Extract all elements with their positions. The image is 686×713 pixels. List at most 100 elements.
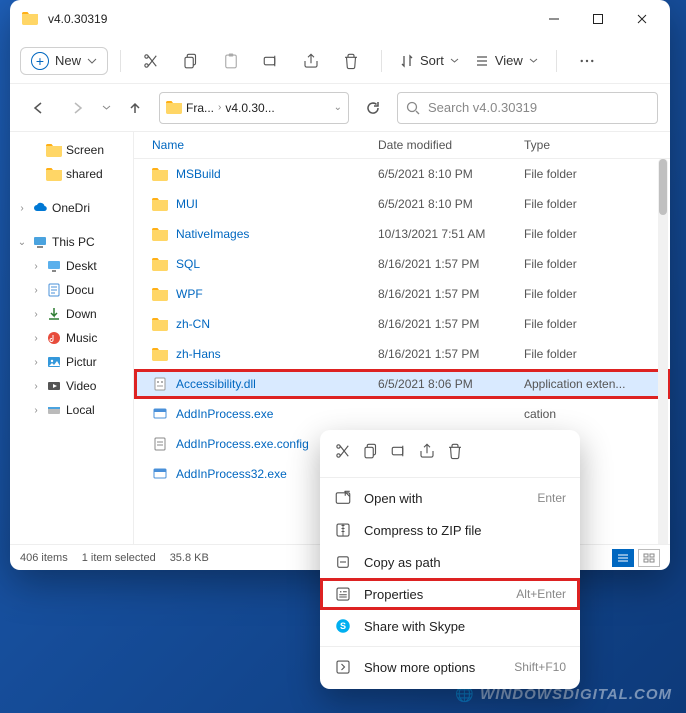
maximize-button[interactable] (576, 3, 620, 35)
twisty-icon[interactable]: › (30, 405, 42, 416)
nav-pane[interactable]: Screenshared › OneDri ⌄ This PC ›Deskt›Docu›D… (10, 132, 134, 544)
copy-button[interactable] (173, 45, 209, 77)
share-button[interactable] (293, 45, 329, 77)
nav-item-label: Music (66, 331, 97, 345)
view-label: View (495, 53, 523, 68)
view-button[interactable]: View (469, 49, 544, 72)
file-row[interactable]: Accessibility.dll6/5/2021 8:06 PMApplica… (134, 369, 670, 399)
twisty-icon[interactable]: ⌄ (16, 237, 28, 248)
chevron-down-icon[interactable] (102, 103, 111, 112)
window-icon (22, 12, 40, 26)
delete-button[interactable] (333, 45, 369, 77)
nav-item[interactable]: › OneDri (10, 196, 133, 220)
copy-path-icon (334, 553, 352, 571)
sort-button[interactable]: Sort (394, 49, 465, 72)
back-button[interactable] (22, 92, 54, 124)
music-icon (46, 330, 62, 346)
nav-item[interactable]: ›Video (10, 374, 133, 398)
cut-button[interactable] (133, 45, 169, 77)
ctx-copy-path-label: Copy as path (364, 555, 441, 570)
nav-item[interactable]: › Music (10, 326, 133, 350)
file-date: 8/16/2021 1:57 PM (378, 347, 524, 361)
refresh-button[interactable] (357, 92, 389, 124)
file-row[interactable]: zh-CN8/16/2021 1:57 PMFile folder (134, 309, 670, 339)
nav-item[interactable]: Screen (10, 138, 133, 162)
new-button[interactable]: + New (20, 47, 108, 75)
close-button[interactable] (620, 3, 664, 35)
file-row[interactable]: zh-Hans8/16/2021 1:57 PMFile folder (134, 339, 670, 369)
nav-item[interactable]: ›Local (10, 398, 133, 422)
file-row[interactable]: AddInProcess.execation (134, 399, 670, 429)
breadcrumb-seg[interactable]: Fra... (186, 101, 214, 115)
up-button[interactable] (119, 92, 151, 124)
folder-icon (152, 196, 168, 212)
scrollbar[interactable] (658, 158, 668, 544)
chevron-right-icon[interactable]: › (218, 102, 221, 113)
ctx-properties[interactable]: Properties Alt+Enter (320, 578, 580, 610)
nav-item[interactable]: ›Pictur (10, 350, 133, 374)
ctx-skype[interactable]: S Share with Skype (320, 610, 580, 642)
ctx-copy-path[interactable]: Copy as path (320, 546, 580, 578)
breadcrumb-seg[interactable]: v4.0.30... (225, 101, 274, 115)
nav-item[interactable]: ⌄ This PC (10, 230, 133, 254)
nav-item[interactable]: ›Docu (10, 278, 133, 302)
ctx-copy-icon[interactable] (362, 442, 380, 463)
status-selection: 1 item selected (82, 552, 156, 564)
twisty-icon[interactable]: › (30, 357, 42, 368)
twisty-icon[interactable]: › (30, 285, 42, 296)
paste-button[interactable] (213, 45, 249, 77)
forward-button[interactable] (62, 92, 94, 124)
column-header-type[interactable]: Type (524, 138, 670, 152)
file-name: MUI (176, 197, 198, 211)
ctx-properties-label: Properties (364, 587, 423, 602)
ctx-cut-icon[interactable] (334, 442, 352, 463)
nav-item[interactable]: ›Down (10, 302, 133, 326)
plus-icon: + (31, 52, 49, 70)
nav-item[interactable]: ›Deskt (10, 254, 133, 278)
file-name: zh-CN (176, 317, 210, 331)
minimize-button[interactable] (532, 3, 576, 35)
nav-item[interactable]: shared (10, 162, 133, 186)
folder-icon (152, 226, 168, 242)
ctx-delete-icon[interactable] (446, 442, 464, 463)
icons-view-toggle[interactable] (638, 549, 660, 567)
file-name: SQL (176, 257, 200, 271)
twisty-icon[interactable]: › (30, 309, 42, 320)
ctx-rename-icon[interactable] (390, 442, 408, 463)
address-bar[interactable]: Fra... › v4.0.30... ⌄ (159, 92, 349, 124)
toolbar: + New Sort View (10, 38, 670, 84)
search-input[interactable]: Search v4.0.30319 (397, 92, 658, 124)
rename-button[interactable] (253, 45, 289, 77)
disk-icon (46, 402, 62, 418)
file-row[interactable]: MSBuild6/5/2021 8:10 PMFile folder (134, 159, 670, 189)
titlebar[interactable]: v4.0.30319 (10, 0, 670, 38)
open-with-icon (334, 489, 352, 507)
file-row[interactable]: SQL8/16/2021 1:57 PMFile folder (134, 249, 670, 279)
desktop-icon (46, 258, 62, 274)
ctx-more-options[interactable]: Show more options Shift+F10 (320, 651, 580, 683)
file-row[interactable]: MUI6/5/2021 8:10 PMFile folder (134, 189, 670, 219)
nav-item-label: OneDri (52, 201, 90, 215)
file-name: AddInProcess32.exe (176, 467, 287, 481)
file-row[interactable]: WPF8/16/2021 1:57 PMFile folder (134, 279, 670, 309)
twisty-icon[interactable]: › (30, 381, 42, 392)
file-name: zh-Hans (176, 347, 221, 361)
file-name: AddInProcess.exe (176, 407, 273, 421)
twisty-icon[interactable]: › (30, 261, 42, 272)
file-row[interactable]: NativeImages10/13/2021 7:51 AMFile folde… (134, 219, 670, 249)
exe-icon (152, 466, 168, 482)
scroll-thumb[interactable] (659, 159, 667, 215)
folder-icon (166, 101, 182, 114)
more-button[interactable] (569, 45, 605, 77)
details-view-toggle[interactable] (612, 549, 634, 567)
twisty-icon[interactable]: › (30, 333, 42, 344)
chevron-down-icon[interactable]: ⌄ (334, 102, 342, 113)
column-header-name[interactable]: Name (134, 138, 378, 152)
nav-item-label: This PC (52, 235, 95, 249)
ctx-compress[interactable]: Compress to ZIP file (320, 514, 580, 546)
column-header-date[interactable]: Date modified (378, 138, 524, 152)
twisty-icon[interactable]: › (16, 203, 28, 214)
ctx-open-with[interactable]: Open with Enter (320, 482, 580, 514)
ctx-share-icon[interactable] (418, 442, 436, 463)
dll-icon (152, 376, 168, 392)
